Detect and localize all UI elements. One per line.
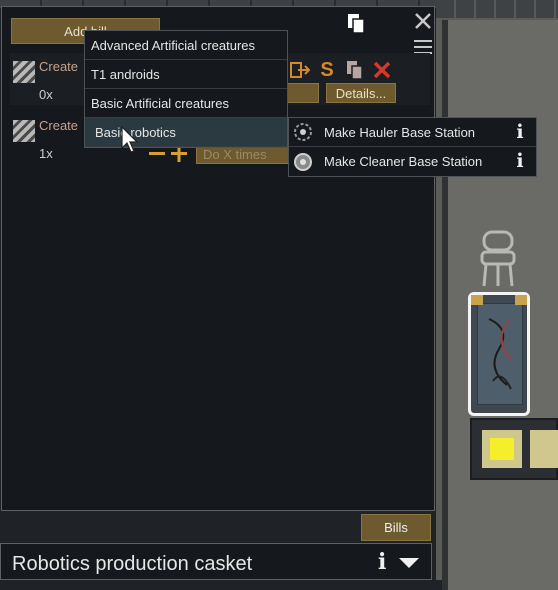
info-icon[interactable]: i	[514, 122, 526, 142]
suspend-icon[interactable]: S	[316, 59, 338, 81]
inspect-pane: Robotics production casket i	[0, 543, 432, 580]
recipe-submenu: Make Hauler Base Station i Make Cleaner …	[288, 117, 537, 177]
submenu-label: Make Cleaner Base Station	[324, 154, 483, 169]
bill-product-icon	[13, 120, 35, 142]
chair-icon	[480, 230, 516, 287]
bill-count: 0x	[39, 87, 53, 102]
recipe-category-menu: Advanced Artificial creatures T1 android…	[84, 30, 288, 148]
delete-icon[interactable]	[371, 59, 393, 81]
menu-item-basic-artificial-creatures[interactable]: Basic Artificial creatures	[85, 89, 287, 118]
copy-icon[interactable]	[344, 59, 366, 81]
wiring-icon	[488, 318, 512, 390]
hauler-station-icon	[294, 123, 312, 141]
bill-title: Create	[39, 118, 79, 133]
robotics-casket[interactable]	[468, 292, 530, 416]
machine-block	[470, 418, 558, 480]
chevron-down-icon[interactable]	[397, 555, 421, 571]
world-view	[436, 0, 558, 590]
close-icon[interactable]	[413, 11, 433, 31]
tab-bills[interactable]: Bills	[361, 514, 431, 541]
wall-strip	[436, 0, 558, 18]
menu-item-advanced-artificial-creatures[interactable]: Advanced Artificial creatures	[85, 31, 287, 60]
menu-item-make-cleaner-base-station[interactable]: Make Cleaner Base Station i	[289, 147, 536, 176]
menu-item-make-hauler-base-station[interactable]: Make Hauler Base Station i	[289, 118, 536, 147]
info-icon[interactable]: i	[378, 549, 386, 575]
submenu-label: Make Hauler Base Station	[324, 124, 476, 140]
bill-product-icon	[13, 61, 35, 83]
paste-icon[interactable]	[346, 13, 366, 35]
menu-item-t1-androids[interactable]: T1 androids	[85, 60, 287, 89]
details-button[interactable]: Details...	[326, 83, 396, 103]
cleaner-station-icon	[294, 152, 312, 171]
inspect-title: Robotics production casket	[12, 553, 253, 575]
info-icon[interactable]: i	[514, 151, 526, 171]
bill-count: 1x	[39, 146, 53, 161]
mouse-cursor-icon	[121, 126, 139, 153]
transfer-icon[interactable]	[289, 59, 311, 81]
menu-item-basic-robotics[interactable]: Basic robotics	[85, 118, 287, 147]
bill-title: Create	[39, 59, 79, 74]
